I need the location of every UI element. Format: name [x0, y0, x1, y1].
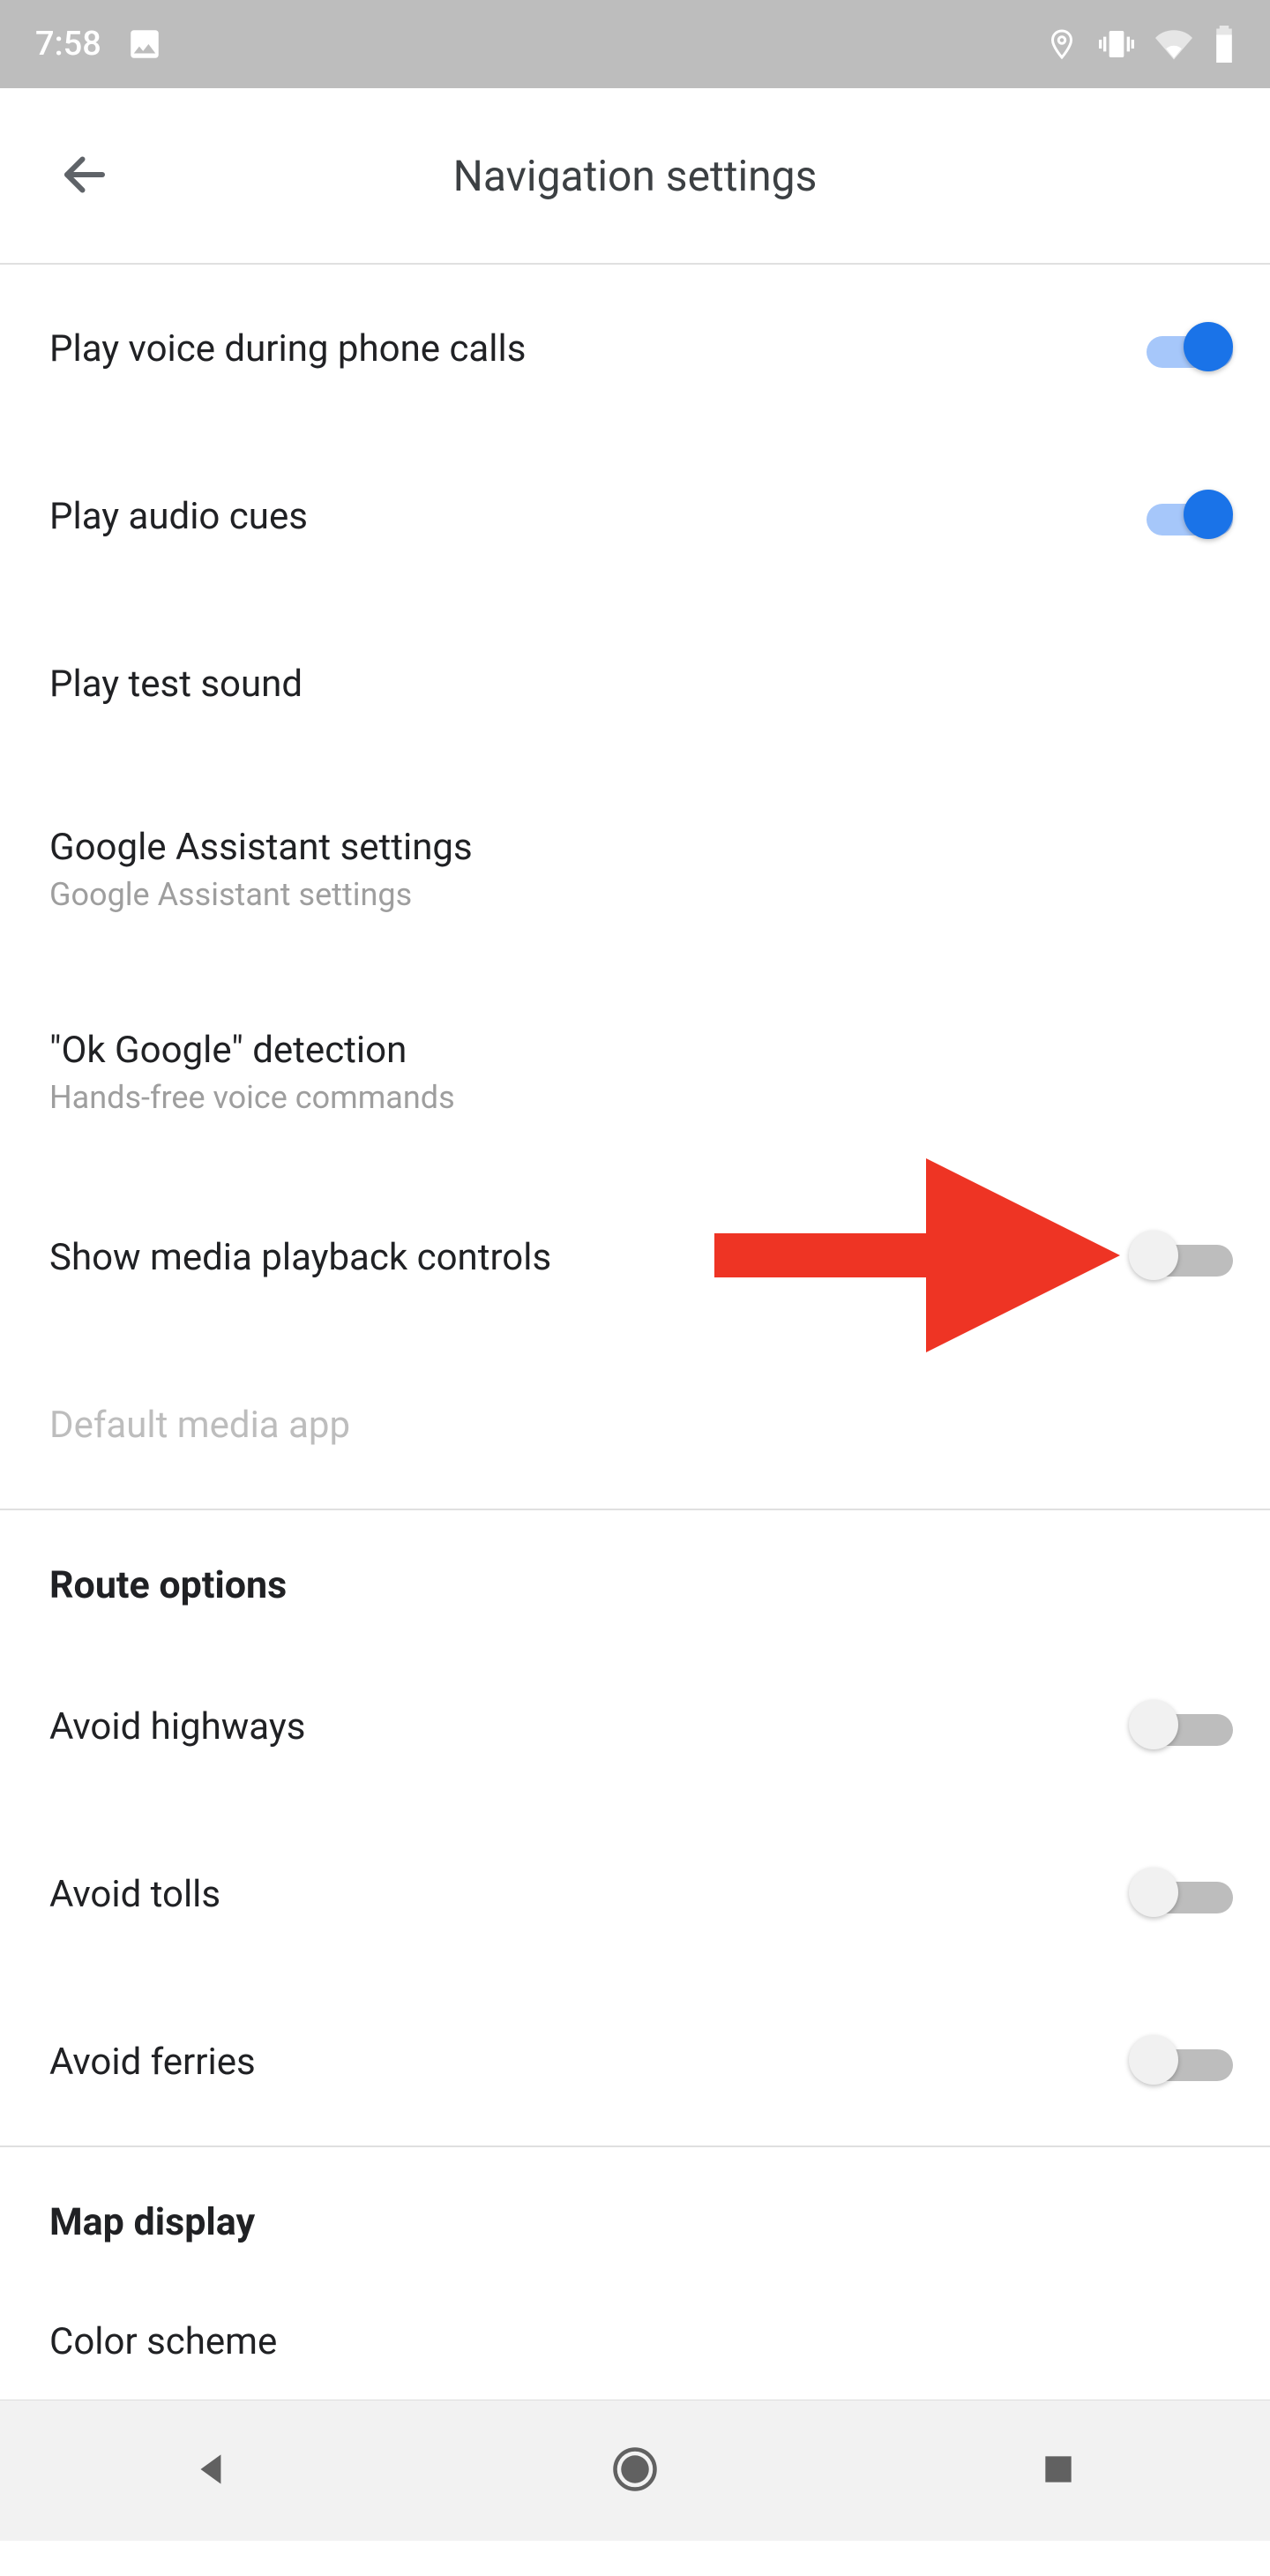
status-bar: 7:58 [0, 0, 1270, 88]
status-left: 7:58 [35, 25, 163, 64]
toggle-avoid-highways[interactable] [1129, 1700, 1235, 1753]
item-ok-google-detection[interactable]: "Ok Google" detection Hands-free voice c… [0, 970, 1270, 1173]
page-title: Navigation settings [453, 151, 818, 201]
item-sublabel: Hands-free voice commands [49, 1079, 455, 1116]
item-sublabel: Google Assistant settings [49, 876, 473, 913]
item-color-scheme[interactable]: Color scheme [0, 2280, 1270, 2385]
toggle-play-voice-during-calls[interactable] [1129, 322, 1235, 375]
toggle-avoid-tolls[interactable] [1129, 1868, 1235, 1921]
item-avoid-highways[interactable]: Avoid highways [0, 1643, 1270, 1810]
square-recent-icon [1039, 2450, 1078, 2491]
item-label: Play voice during phone calls [49, 327, 526, 371]
item-label: "Ok Google" detection [49, 1029, 455, 1072]
nav-home-button[interactable] [600, 2436, 670, 2506]
nav-back-button[interactable] [176, 2436, 247, 2506]
section-header-map-display: Map display [0, 2147, 1270, 2280]
triangle-back-icon [190, 2447, 234, 2494]
item-label: Avoid highways [49, 1705, 305, 1749]
wifi-icon [1155, 26, 1192, 63]
circle-home-icon [611, 2445, 659, 2496]
app-header: Navigation settings [0, 88, 1270, 265]
toggle-avoid-ferries[interactable] [1129, 2035, 1235, 2088]
nav-recent-button[interactable] [1023, 2436, 1094, 2506]
arrow-back-icon [58, 148, 111, 204]
status-right [1046, 26, 1235, 63]
item-label: Play test sound [49, 663, 303, 706]
item-label: Google Assistant settings [49, 826, 473, 869]
vibrate-icon [1099, 26, 1134, 62]
location-icon [1046, 28, 1078, 60]
item-label: Default media app [49, 1404, 350, 1447]
item-play-audio-cues[interactable]: Play audio cues [0, 432, 1270, 600]
item-play-test-sound[interactable]: Play test sound [0, 600, 1270, 768]
item-label: Avoid ferries [49, 2041, 256, 2084]
toggle-play-audio-cues[interactable] [1129, 490, 1235, 543]
item-label: Play audio cues [49, 495, 308, 538]
item-default-media-app: Default media app [0, 1341, 1270, 1509]
system-nav-bar [0, 2400, 1270, 2541]
item-avoid-ferries[interactable]: Avoid ferries [0, 1978, 1270, 2145]
battery-icon [1214, 26, 1235, 63]
toggle-show-media-playback-controls[interactable] [1129, 1231, 1235, 1284]
status-time: 7:58 [35, 25, 101, 64]
annotation-arrow-icon [714, 1149, 1129, 1365]
item-label: Color scheme [49, 2320, 277, 2363]
item-label: Avoid tolls [49, 1873, 220, 1916]
item-assistant-settings[interactable]: Google Assistant settings Google Assista… [0, 768, 1270, 970]
item-play-voice-during-calls[interactable]: Play voice during phone calls [0, 265, 1270, 432]
section-header-route-options: Route options [0, 1510, 1270, 1643]
item-avoid-tolls[interactable]: Avoid tolls [0, 1810, 1270, 1978]
picture-icon [126, 26, 163, 63]
item-label: Show media playback controls [49, 1236, 551, 1279]
back-button[interactable] [49, 140, 120, 211]
settings-list[interactable]: Play voice during phone calls Play audio… [0, 265, 1270, 2576]
item-show-media-playback-controls[interactable]: Show media playback controls [0, 1173, 1270, 1341]
